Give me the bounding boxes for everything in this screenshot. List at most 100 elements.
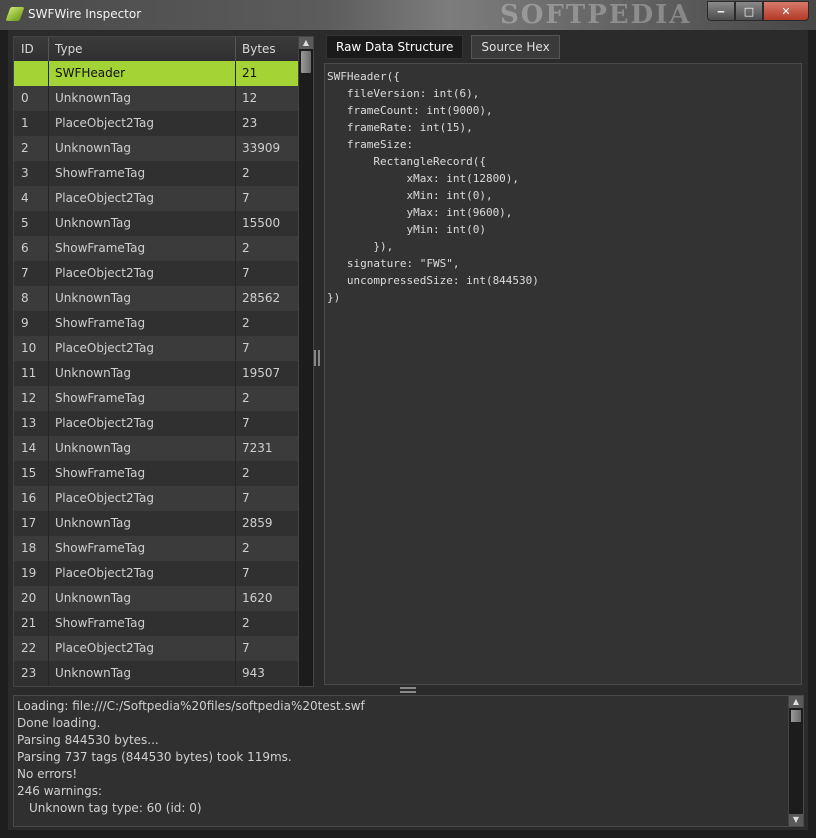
horizontal-splitter-handle[interactable] (400, 687, 416, 693)
table-row[interactable]: SWFHeader 21 (14, 61, 298, 86)
cell-type: ShowFrameTag (55, 166, 146, 180)
column-header-bytes[interactable]: Bytes (242, 37, 276, 61)
column-divider (235, 111, 236, 136)
log-line: Unknown tag type: 60 (id: 0) (29, 801, 202, 815)
table-row[interactable]: 13 PlaceObject2Tag 7 (14, 411, 298, 436)
column-header-type[interactable]: Type (55, 37, 83, 61)
cell-id: 23 (21, 666, 37, 680)
table-row[interactable]: 17 UnknownTag 2859 (14, 511, 298, 536)
column-divider (48, 161, 49, 186)
column-divider (48, 186, 49, 211)
scroll-down-icon[interactable]: ▼ (789, 814, 803, 826)
cell-type: ShowFrameTag (55, 241, 146, 255)
column-divider (235, 436, 236, 461)
cell-id: 15 (21, 466, 37, 480)
column-divider (235, 386, 236, 411)
column-divider (235, 236, 236, 261)
cell-bytes: 7 (242, 191, 250, 205)
log-scrollbar[interactable]: ▲ ▼ (788, 696, 803, 826)
table-row[interactable]: 4 PlaceObject2Tag 7 (14, 186, 298, 211)
cell-id: 19 (21, 566, 37, 580)
table-row[interactable]: 0 UnknownTag 12 (14, 86, 298, 111)
scroll-up-icon[interactable]: ▲ (789, 696, 803, 708)
log-line: No errors! (17, 767, 78, 781)
cell-id: 13 (21, 416, 37, 430)
column-header-id[interactable]: ID (21, 37, 34, 61)
cell-bytes: 7231 (242, 441, 273, 455)
cell-type: PlaceObject2Tag (55, 266, 154, 280)
column-divider (48, 111, 49, 136)
window-controls: ‒ □ ✕ (707, 1, 809, 21)
column-divider (48, 236, 49, 261)
app-logo-icon (5, 7, 25, 21)
column-divider[interactable] (48, 37, 49, 61)
cell-type: ShowFrameTag (55, 616, 146, 630)
cell-bytes: 19507 (242, 366, 281, 380)
column-divider (235, 586, 236, 611)
table-row[interactable]: 8 UnknownTag 28562 (14, 286, 298, 311)
table-row[interactable]: 23 UnknownTag 943 (14, 661, 298, 686)
table-row[interactable]: 15 ShowFrameTag 2 (14, 461, 298, 486)
table-row[interactable]: 10 PlaceObject2Tag 7 (14, 336, 298, 361)
column-divider (48, 136, 49, 161)
cell-bytes: 15500 (242, 216, 281, 230)
column-divider (48, 61, 49, 86)
column-divider (235, 636, 236, 661)
tab-raw-data-structure[interactable]: Raw Data Structure (326, 35, 464, 59)
structure-view[interactable]: SWFHeader({ fileVersion: int(6), frameCo… (324, 63, 802, 685)
column-divider (48, 411, 49, 436)
tag-table-scrollbar[interactable]: ▲ (298, 37, 313, 686)
table-row[interactable]: 19 PlaceObject2Tag 7 (14, 561, 298, 586)
cell-bytes: 23 (242, 116, 258, 130)
cell-type: UnknownTag (55, 441, 132, 455)
cell-id: 16 (21, 491, 37, 505)
column-divider (48, 536, 49, 561)
table-row[interactable]: 9 ShowFrameTag 2 (14, 311, 298, 336)
minimize-button[interactable]: ‒ (707, 1, 735, 21)
title-bar[interactable]: SWFWire Inspector SOFTPEDIA ‒ □ ✕ (0, 0, 816, 30)
table-row[interactable]: 20 UnknownTag 1620 (14, 586, 298, 611)
vertical-splitter-handle[interactable] (314, 350, 320, 366)
tag-table[interactable]: ID Type Bytes SWFHeader 21 0 UnknownTag 12 1 P… (13, 36, 314, 687)
cell-id: 5 (21, 216, 29, 230)
scroll-up-icon[interactable]: ▲ (299, 37, 313, 49)
cell-type: ShowFrameTag (55, 391, 146, 405)
table-row[interactable]: 3 ShowFrameTag 2 (14, 161, 298, 186)
column-divider (48, 386, 49, 411)
table-row[interactable]: 18 ShowFrameTag 2 (14, 536, 298, 561)
cell-bytes: 12 (242, 91, 258, 105)
log-panel[interactable]: Loading: file:///C:/Softpedia%20files/so… (13, 695, 804, 827)
scrollbar-thumb[interactable] (791, 710, 801, 722)
tab-source-hex[interactable]: Source Hex (471, 35, 560, 59)
table-row[interactable]: 7 PlaceObject2Tag 7 (14, 261, 298, 286)
maximize-button[interactable]: □ (735, 1, 763, 21)
cell-id: 3 (21, 166, 29, 180)
log-line: 246 warnings: (17, 784, 103, 798)
table-row[interactable]: 2 UnknownTag 33909 (14, 136, 298, 161)
table-row[interactable]: 14 UnknownTag 7231 (14, 436, 298, 461)
close-button[interactable]: ✕ (763, 1, 809, 21)
cell-id: 6 (21, 241, 29, 255)
cell-type: UnknownTag (55, 666, 132, 680)
table-row[interactable]: 11 UnknownTag 19507 (14, 361, 298, 386)
cell-type: UnknownTag (55, 91, 132, 105)
table-row[interactable]: 6 ShowFrameTag 2 (14, 236, 298, 261)
column-divider (235, 136, 236, 161)
table-row[interactable]: 22 PlaceObject2Tag 7 (14, 636, 298, 661)
column-divider[interactable] (235, 37, 236, 61)
table-row[interactable]: 12 ShowFrameTag 2 (14, 386, 298, 411)
cell-id: 9 (21, 316, 29, 330)
table-row[interactable]: 21 ShowFrameTag 2 (14, 611, 298, 636)
cell-id: 18 (21, 541, 37, 555)
cell-bytes: 1620 (242, 591, 273, 605)
cell-bytes: 2 (242, 616, 250, 630)
cell-type: PlaceObject2Tag (55, 416, 154, 430)
cell-id: 2 (21, 141, 29, 155)
column-divider (235, 561, 236, 586)
table-row[interactable]: 1 PlaceObject2Tag 23 (14, 111, 298, 136)
table-row[interactable]: 16 PlaceObject2Tag 7 (14, 486, 298, 511)
table-row[interactable]: 5 UnknownTag 15500 (14, 211, 298, 236)
scrollbar-thumb[interactable] (301, 51, 311, 73)
column-divider (48, 336, 49, 361)
column-divider (48, 486, 49, 511)
